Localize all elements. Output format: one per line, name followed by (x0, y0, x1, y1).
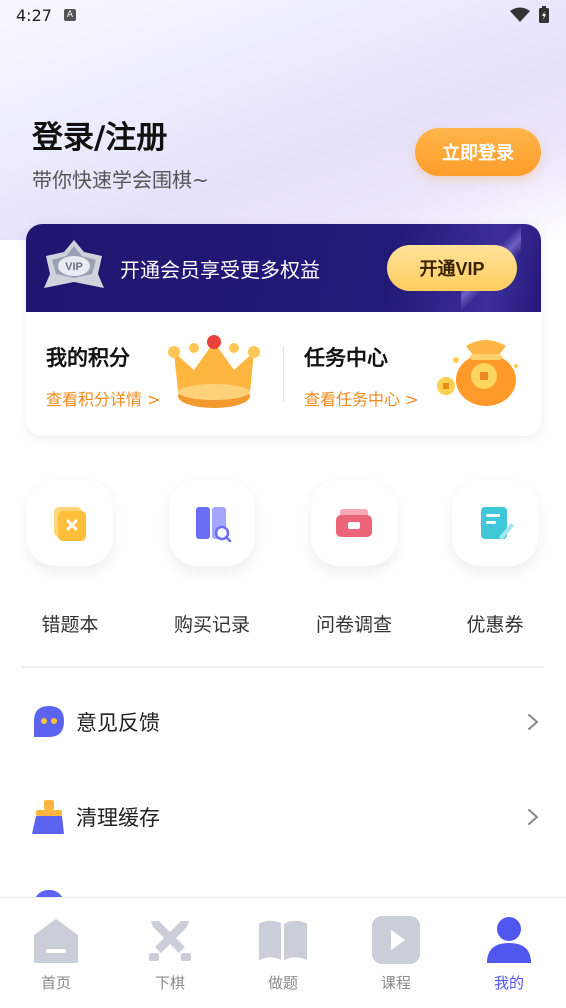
tab-label-home: 首页 (40, 974, 71, 992)
status-icons (510, 6, 550, 24)
status-bar: 4:27 A (0, 0, 566, 30)
tab-label-mine: 我的 (493, 974, 524, 992)
points-title: 我的积分 (46, 346, 130, 370)
swords-icon (144, 914, 196, 966)
money-bag-icon (437, 340, 518, 406)
grid-label-wrong-book: 错题本 (41, 614, 99, 636)
vip-promo-text: 开通会员享受更多权益 (120, 258, 320, 282)
menu-label-clear-cache: 清理缓存 (76, 806, 160, 830)
page-title[interactable]: 登录/注册 (32, 112, 167, 157)
home-icon (30, 914, 82, 966)
chevron-right-icon (528, 714, 539, 730)
survey-icon (311, 480, 397, 566)
tab-label-practice: 做题 (267, 974, 298, 992)
grid-label-coupon: 优惠券 (466, 614, 524, 636)
wrong-book-icon (27, 480, 113, 566)
menu-label-feedback: 意见反馈 (76, 711, 160, 735)
wifi-icon (510, 7, 530, 22)
tab-course[interactable]: 课程 (356, 914, 436, 993)
tab-play-chess[interactable]: 下棋 (130, 914, 210, 993)
chevron-right-icon (528, 809, 539, 825)
grid-item-survey[interactable]: 问卷调查 (311, 480, 397, 636)
grid-item-coupon[interactable]: 优惠券 (452, 480, 538, 636)
bottom-tab-bar: 首页 下棋 做题 课程 我的 (0, 897, 566, 1008)
vip-badge-label: VIP (65, 261, 83, 273)
member-card: VIP 开通会员享受更多权益 开通VIP 我的积分 查看积分详情 > 任务中心 … (26, 224, 541, 436)
play-icon (370, 914, 422, 966)
vip-badge-icon: VIP (44, 240, 104, 288)
tab-label-course: 课程 (380, 974, 411, 992)
purchase-record-icon (169, 480, 255, 566)
vip-banner[interactable]: VIP 开通会员享受更多权益 开通VIP (26, 224, 541, 312)
login-button[interactable]: 立即登录 (415, 128, 541, 176)
status-time: 4:27 (16, 5, 52, 25)
feedback-icon (34, 706, 64, 737)
grid-label-purchase-record: 购买记录 (173, 614, 250, 636)
tab-mine[interactable]: 我的 (469, 914, 549, 993)
card-divider (283, 346, 284, 402)
battery-icon (539, 6, 549, 23)
open-vip-button[interactable]: 开通VIP (387, 245, 517, 291)
page-subtitle: 带你快速学会围棋~ (32, 168, 209, 192)
points-detail-link[interactable]: 查看积分详情 > (46, 386, 161, 410)
tab-practice[interactable]: 做题 (243, 914, 323, 993)
grid-label-survey: 问卷调查 (315, 614, 392, 636)
section-divider (22, 666, 544, 668)
task-center-link[interactable]: 查看任务中心 > (304, 386, 419, 410)
coupon-icon (452, 480, 538, 566)
user-icon (483, 914, 535, 966)
crown-icon (168, 335, 260, 408)
task-title: 任务中心 (304, 346, 388, 370)
tab-home[interactable]: 首页 (16, 914, 96, 993)
tab-label-play-chess: 下棋 (154, 974, 185, 992)
menu-item-feedback[interactable]: 意见反馈 (30, 700, 540, 744)
menu-item-clear-cache[interactable]: 清理缓存 (30, 795, 540, 839)
a-notification-icon: A (63, 9, 76, 21)
book-icon (257, 914, 309, 966)
grid-item-wrong-book[interactable]: 错题本 (27, 480, 113, 636)
grid-item-purchase-record[interactable]: 购买记录 (169, 480, 255, 636)
broom-icon (32, 800, 64, 834)
